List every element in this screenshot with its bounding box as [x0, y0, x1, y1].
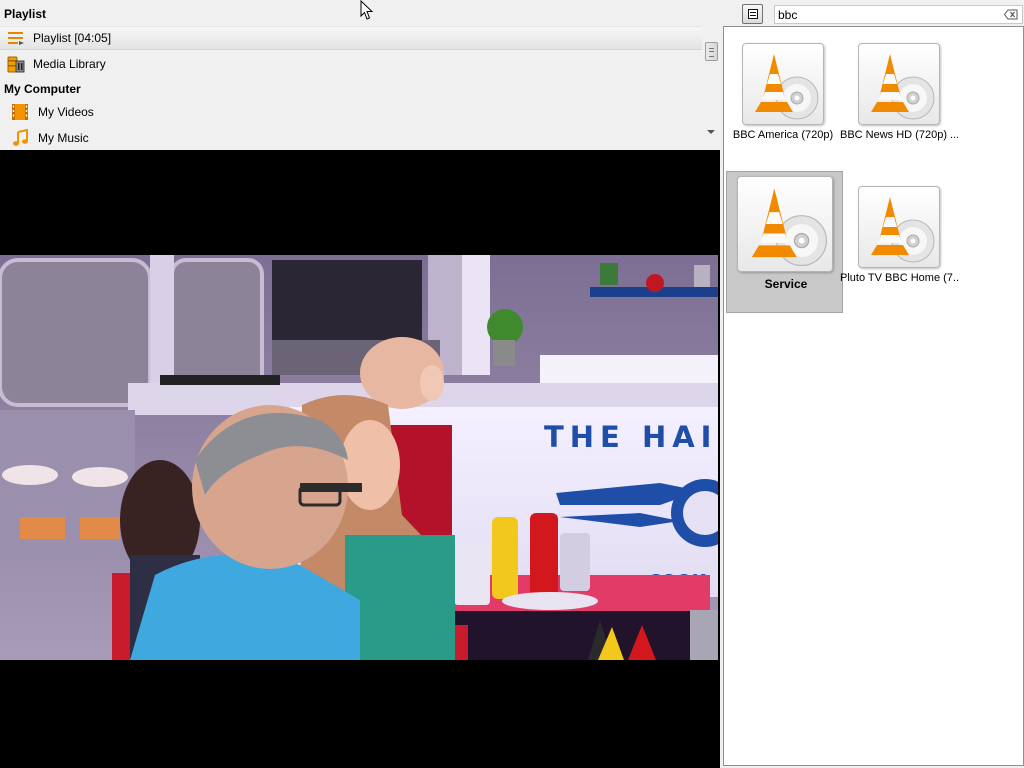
sidebar-item-media-library[interactable]: Media Library [0, 52, 702, 76]
vlc-cone-disc-icon [737, 176, 833, 272]
video-area[interactable]: THE HAIRY COOK [0, 150, 720, 768]
left-pane: Playlist Playlist [04:05] Media Library … [0, 0, 720, 768]
vlc-cone-disc-icon [742, 43, 824, 125]
sidebar-item-playlist[interactable]: Playlist [04:05] [0, 26, 702, 50]
result-tile-selected[interactable]: Service [726, 171, 843, 313]
search-results-panel[interactable]: BBC America (720p) BBC News HD (720p) ..… [723, 26, 1024, 766]
vlc-cone-disc-icon [858, 43, 940, 125]
result-title: Service [764, 277, 808, 291]
playlist-icon [8, 32, 24, 45]
vlc-cone-disc-icon [858, 186, 940, 268]
result-title: BBC America (720p) [732, 129, 834, 141]
sidebar-item-label: Playlist [04:05] [33, 31, 112, 45]
video-sign-text: THE HAIRY [544, 420, 718, 454]
mouse-cursor-icon [360, 0, 374, 20]
sidebar-item-label: My Videos [38, 105, 94, 119]
sidebar-item-label: My Music [38, 131, 89, 145]
playlist-section-header: Playlist [4, 7, 47, 21]
sidebar-item-my-videos[interactable]: My Videos [0, 100, 702, 124]
video-frame: THE HAIRY COOK [0, 255, 718, 660]
music-note-icon [13, 129, 28, 146]
sidebar-item-my-music[interactable]: My Music [0, 126, 702, 150]
view-mode-button[interactable] [742, 4, 763, 24]
film-icon [12, 104, 28, 120]
search-box[interactable] [774, 5, 1023, 24]
result-title: BBC News HD (720p) ... [840, 129, 958, 141]
scroll-down-arrow-icon[interactable] [707, 130, 715, 134]
result-tile[interactable]: BBC News HD (720p) ... [840, 27, 958, 171]
right-pane: BBC America (720p) BBC News HD (720p) ..… [720, 0, 1024, 768]
result-title: Pluto TV BBC Home (7... [840, 272, 958, 284]
list-view-icon [748, 9, 758, 19]
my-computer-section-header: My Computer [4, 82, 81, 96]
search-input[interactable] [775, 6, 995, 23]
clear-search-icon[interactable] [1004, 9, 1018, 20]
scrollbar-thumb[interactable] [705, 42, 718, 61]
sidebar: Playlist Playlist [04:05] Media Library … [0, 0, 720, 150]
media-library-icon [7, 56, 25, 73]
sidebar-item-label: Media Library [33, 57, 106, 71]
result-tile[interactable]: BBC America (720p) [724, 27, 842, 171]
sidebar-scrollbar[interactable] [703, 26, 719, 144]
result-tile[interactable]: Pluto TV BBC Home (7... [840, 170, 958, 314]
